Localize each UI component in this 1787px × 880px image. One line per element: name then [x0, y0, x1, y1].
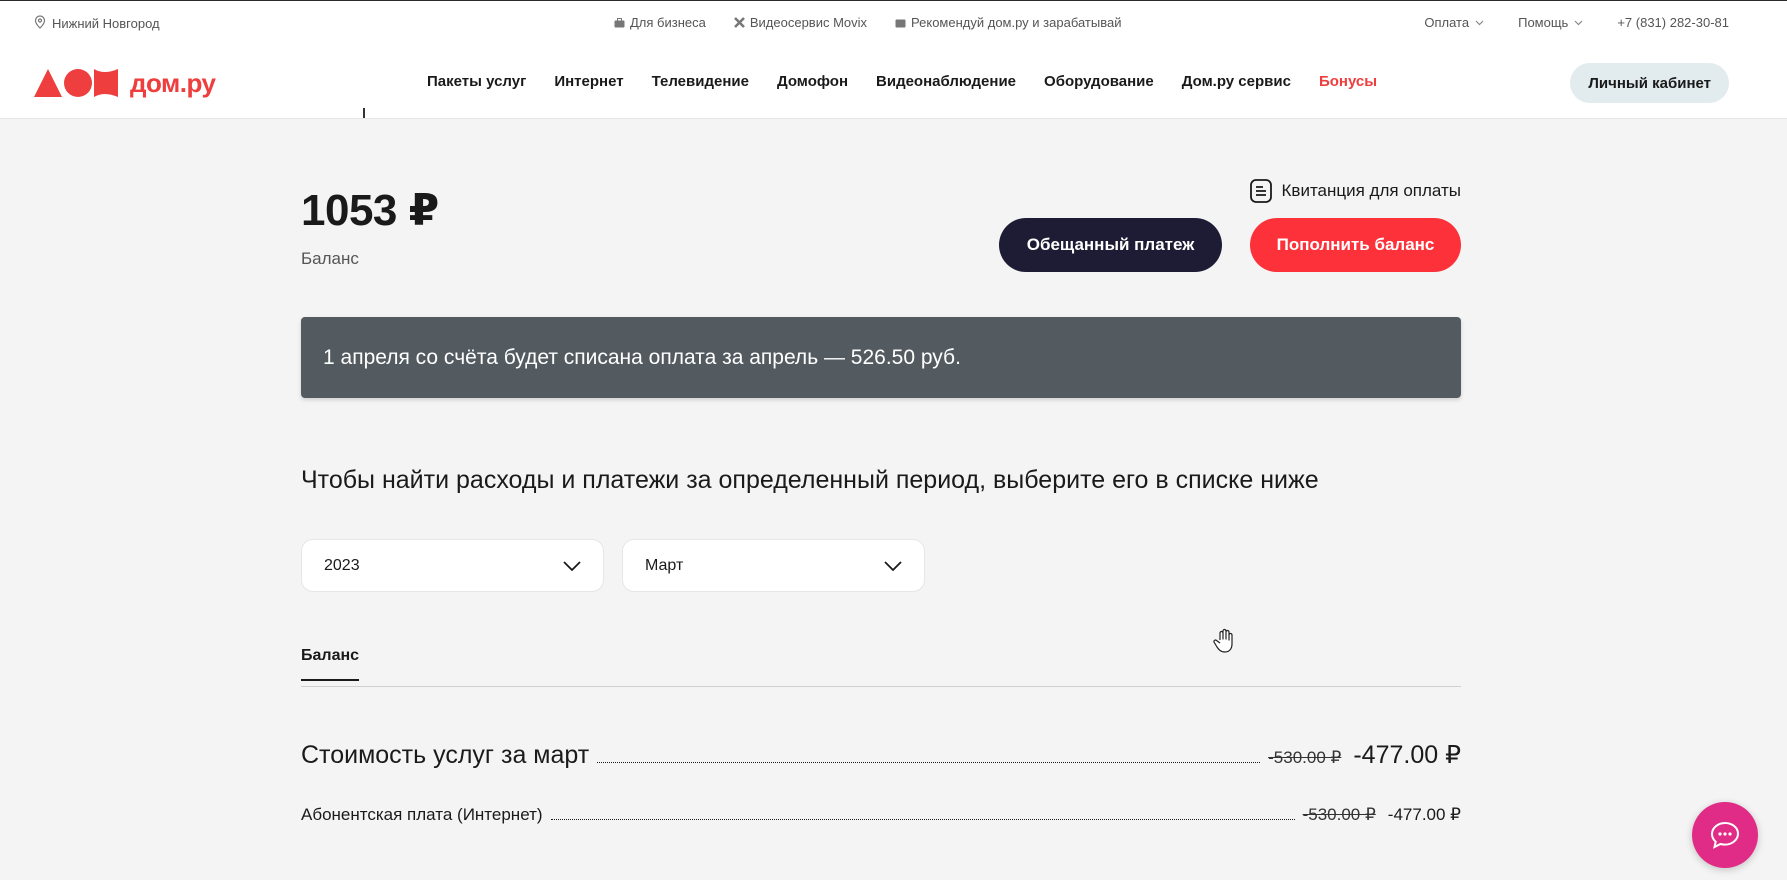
- help-label: Помощь: [1518, 15, 1569, 30]
- nav-item-tv[interactable]: Телевидение: [652, 73, 749, 90]
- referral-link[interactable]: Рекомендуй дом.ру и зарабатывай: [895, 15, 1121, 30]
- chat-icon: [1710, 821, 1740, 849]
- period-heading: Чтобы найти расходы и платежи за определ…: [301, 466, 1319, 494]
- receipt-link[interactable]: Квитанция для оплаты: [1249, 179, 1461, 203]
- cost-summary-title: Стоимость услуг за март: [301, 741, 590, 769]
- business-link[interactable]: Для бизнеса: [614, 15, 706, 30]
- top-bar: Нижний Новгород Для бизнеса Видеосервис …: [0, 0, 1787, 47]
- city-selector[interactable]: Нижний Новгород: [34, 15, 160, 32]
- nav-item-service[interactable]: Дом.ру сервис: [1182, 73, 1291, 90]
- year-select[interactable]: 2023: [301, 539, 604, 592]
- payment-dropdown[interactable]: Оплата: [1424, 15, 1484, 30]
- payment-label: Оплата: [1424, 15, 1470, 30]
- tabs-divider: [301, 686, 1461, 687]
- promised-payment-button[interactable]: Обещанный платеж: [999, 218, 1222, 272]
- cost-line-new-price: -477.00 ₽: [1387, 805, 1461, 824]
- cost-summary-row: Стоимость услуг за март -530.00 ₽ -477.0…: [301, 740, 1461, 770]
- nav-item-bonus[interactable]: Бонусы: [1319, 73, 1377, 90]
- movix-link-label: Видеосервис Movix: [749, 15, 868, 30]
- month-select[interactable]: Март: [622, 539, 925, 592]
- receipt-icon: [1249, 179, 1272, 203]
- logo-mark-icon: [34, 69, 118, 97]
- cost-summary-new-price: -477.00 ₽: [1353, 741, 1461, 769]
- nav-item-video-surveillance[interactable]: Видеонаблюдение: [876, 73, 1016, 90]
- payment-notice: 1 апреля со счёта будет списана оплата з…: [301, 317, 1461, 398]
- movix-icon: [733, 17, 745, 28]
- nav-menu: Пакеты услуг Интернет Телевидение Домофо…: [427, 73, 1377, 90]
- nav-item-internet[interactable]: Интернет: [554, 73, 623, 90]
- city-label: Нижний Новгород: [52, 16, 160, 31]
- cost-summary-old-price: -530.00 ₽: [1268, 748, 1342, 767]
- tab-balance[interactable]: Баланс: [301, 647, 360, 681]
- chevron-down-icon: [1475, 20, 1484, 25]
- cost-line-row: Абонентская плата (Интернет) -530.00 ₽ -…: [301, 805, 1461, 825]
- chat-button[interactable]: [1692, 802, 1758, 868]
- month-select-value: Март: [645, 556, 684, 574]
- payment-notice-text: 1 апреля со счёта будет списана оплата з…: [323, 345, 961, 369]
- referral-link-label: Рекомендуй дом.ру и зарабатывай: [911, 15, 1122, 30]
- location-pin-icon: [34, 15, 46, 32]
- chevron-down-icon: [563, 560, 581, 571]
- hand-cursor-icon: [1213, 628, 1237, 659]
- movix-link[interactable]: Видеосервис Movix: [733, 15, 868, 30]
- nav-item-equipment[interactable]: Оборудование: [1044, 73, 1154, 90]
- receipt-link-label: Квитанция для оплаты: [1281, 181, 1461, 200]
- year-select-value: 2023: [324, 556, 360, 574]
- briefcase-icon: [614, 17, 625, 27]
- logo-text: дом.ру: [130, 67, 216, 98]
- chevron-down-icon: [884, 560, 902, 571]
- logo[interactable]: дом.ру: [34, 67, 216, 99]
- business-link-label: Для бизнеса: [630, 15, 706, 30]
- dotted-leader: [597, 762, 1261, 763]
- chevron-down-icon: [1574, 20, 1583, 25]
- cabinet-button[interactable]: Личный кабинет: [1570, 63, 1729, 103]
- cost-line-label: Абонентская плата (Интернет): [301, 805, 543, 824]
- top-up-button[interactable]: Пополнить баланс: [1250, 218, 1461, 272]
- wallet-icon: [895, 19, 906, 27]
- help-dropdown[interactable]: Помощь: [1518, 15, 1583, 30]
- dotted-leader: [550, 819, 1295, 820]
- cut-off-heading-fragment: [363, 108, 371, 118]
- balance-label: Баланс: [301, 249, 359, 268]
- nav-item-packages[interactable]: Пакеты услуг: [427, 73, 526, 90]
- balance-amount: 1053 ₽: [301, 186, 439, 235]
- main-nav: дом.ру Пакеты услуг Интернет Телевидение…: [0, 47, 1787, 119]
- cost-line-old-price: -530.00 ₽: [1302, 805, 1376, 824]
- phone-link[interactable]: +7 (831) 282-30-81: [1617, 15, 1729, 30]
- nav-item-intercom[interactable]: Домофон: [777, 73, 848, 90]
